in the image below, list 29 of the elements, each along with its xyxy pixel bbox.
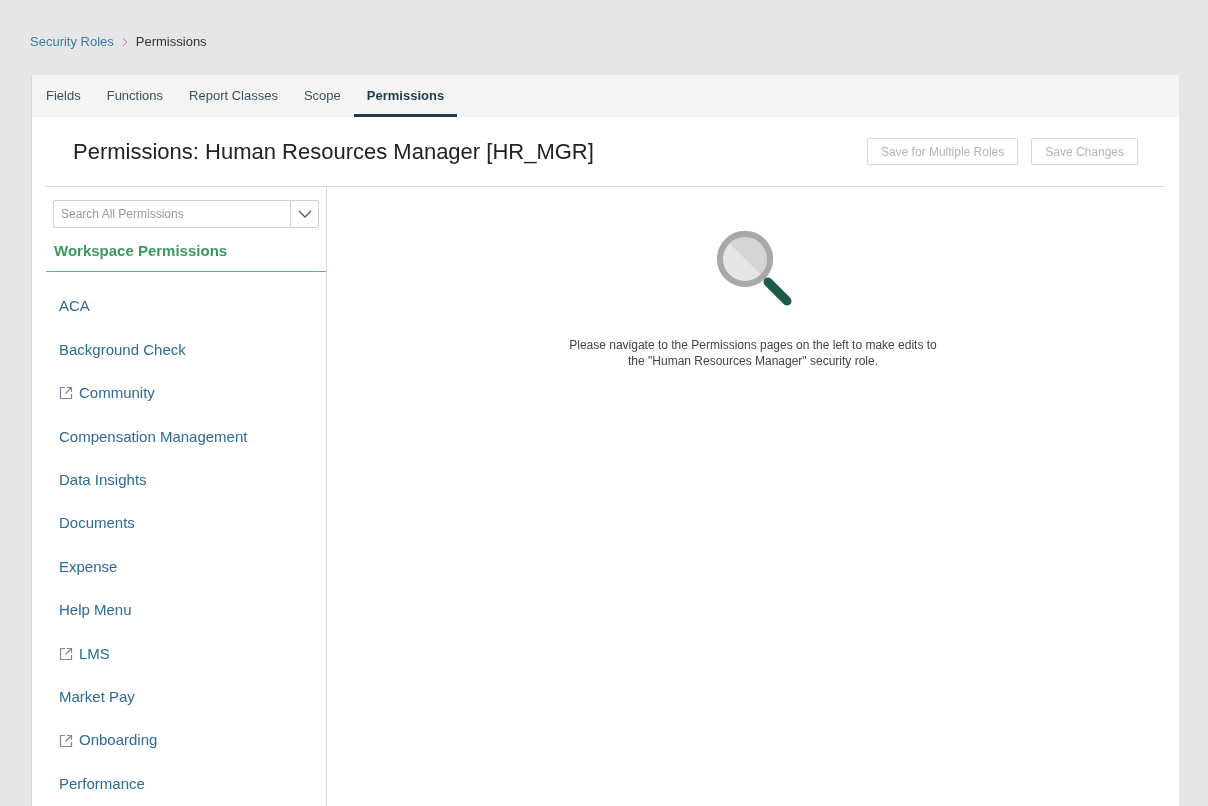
chevron-icon	[121, 37, 128, 47]
permission-link[interactable]: Expense	[46, 545, 326, 589]
page-title: Permissions: Human Resources Manager [HR_MGR]	[73, 138, 594, 166]
external-link-icon	[59, 386, 73, 401]
permission-link[interactable]: Documents	[46, 501, 326, 546]
tab[interactable]: Permissions	[353, 75, 458, 117]
permission-link[interactable]: Community	[46, 371, 326, 416]
permission-link[interactable]: Performance	[46, 762, 326, 806]
tab[interactable]: Fields	[33, 75, 94, 117]
breadcrumb-link[interactable]: Security Roles	[30, 32, 114, 52]
search-field[interactable]: Search All Permissions	[53, 200, 291, 228]
permission-link[interactable]: Data Insights	[46, 458, 326, 502]
permission-link[interactable]: Onboarding	[46, 718, 326, 763]
tab[interactable]: Scope	[290, 75, 354, 117]
external-link-icon	[59, 733, 73, 748]
breadcrumb-current: Permissions	[135, 33, 207, 52]
tab[interactable]: Functions	[93, 75, 177, 117]
permission-link[interactable]: ACA	[46, 285, 326, 329]
instruction-message: Please navigate to the Permissions pages on the left to make edits to the "Human Resources Manager" security role.	[568, 337, 938, 369]
permission-link[interactable]: Background Check	[46, 328, 326, 372]
permission-link[interactable]: Help Menu	[46, 588, 326, 633]
dropdown-button[interactable]	[291, 200, 319, 228]
permission-link[interactable]: Compensation Management	[46, 415, 326, 459]
permission-link[interactable]: Market Pay	[46, 675, 326, 719]
permission-link[interactable]: LMS	[46, 632, 326, 676]
caret-icon	[297, 210, 312, 218]
external-link-icon	[59, 646, 73, 661]
tab[interactable]: Report Classes	[176, 75, 291, 117]
section-title: Workspace Permissions	[54, 241, 228, 262]
